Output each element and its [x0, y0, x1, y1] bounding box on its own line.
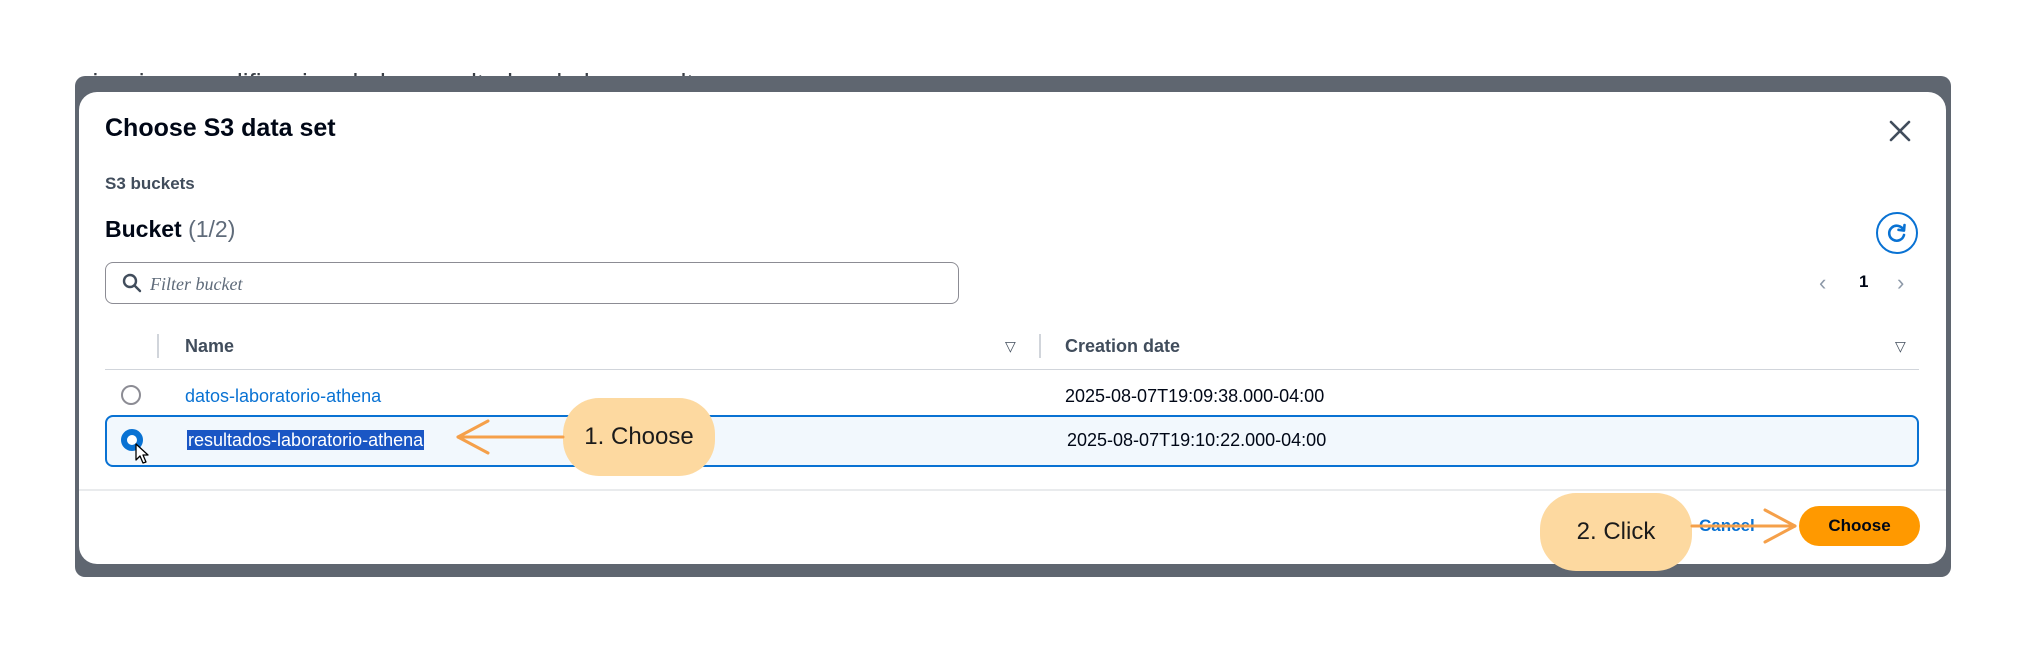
current-page-number[interactable]: 1 [1859, 272, 1868, 292]
choose-s3-dataset-modal: Choose S3 data set S3 buckets Bucket (1/… [79, 92, 1946, 564]
column-separator [1039, 334, 1041, 358]
sort-down-icon[interactable]: ▽ [1005, 338, 1016, 355]
table-header: Name ▽ Creation date ▽ [105, 322, 1919, 370]
creation-date-cell: 2025-08-07T19:10:22.000-04:00 [1067, 430, 1327, 450]
section-label: S3 buckets [105, 174, 195, 193]
refresh-icon [1887, 223, 1906, 242]
bucket-name-link[interactable]: datos-laboratorio-athena [185, 386, 381, 407]
sort-down-icon[interactable]: ▽ [1895, 338, 1906, 355]
next-page-icon[interactable]: › [1897, 270, 1904, 296]
bucket-heading-label: Bucket [105, 216, 182, 242]
bucket-count: (1/2) [188, 216, 236, 242]
step1-callout: 1. Choose [563, 398, 715, 476]
bucket-heading: Bucket (1/2) [105, 216, 235, 243]
choose-button[interactable]: Choose [1799, 506, 1920, 546]
pagination: ‹ 1 › [1819, 270, 1919, 298]
close-icon[interactable] [1883, 114, 1917, 148]
mouse-cursor-icon [135, 443, 149, 464]
column-header-name[interactable]: Name [185, 336, 234, 357]
previous-page-icon[interactable]: ‹ [1819, 270, 1826, 296]
filter-bucket-input[interactable] [150, 269, 930, 299]
row-radio[interactable] [121, 385, 141, 405]
bucket-name-link[interactable]: resultados-laboratorio-athena [187, 430, 425, 451]
cancel-button[interactable]: Cancel [1699, 516, 1755, 536]
creation-date-cell: 2025-08-07T19:09:38.000-04:00 [1065, 386, 1325, 406]
column-header-creation-date[interactable]: Creation date [1065, 336, 1180, 357]
filter-bucket-field [105, 262, 959, 304]
table-row-selected[interactable]: resultados-laboratorio-athena 2025-08-07… [105, 415, 1919, 467]
refresh-button[interactable] [1876, 212, 1918, 254]
column-separator [157, 334, 159, 358]
search-icon [122, 273, 142, 293]
footer-divider [79, 489, 1946, 491]
selected-bucket-name[interactable]: resultados-laboratorio-athena [187, 430, 425, 450]
modal-title: Choose S3 data set [105, 114, 336, 142]
step2-callout: 2. Click [1540, 493, 1692, 571]
